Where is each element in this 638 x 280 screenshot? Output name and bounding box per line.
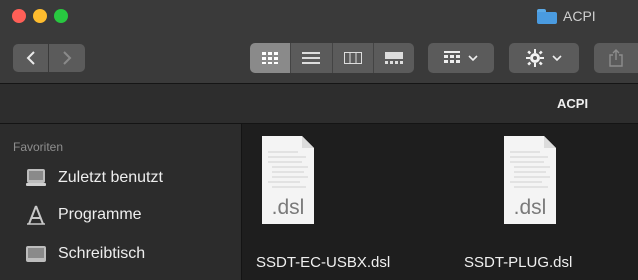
file-extension-label: .dsl	[271, 196, 305, 219]
chevron-down-icon	[552, 55, 562, 62]
window-title: ACPI	[537, 8, 596, 24]
action-button[interactable]	[509, 43, 579, 73]
applications-icon	[24, 205, 48, 225]
column-view-button[interactable]	[332, 43, 374, 73]
column-view-icon	[343, 52, 362, 64]
file-name: SSDT-PLUG.dsl	[464, 254, 573, 271]
icon-view-button[interactable]	[250, 43, 292, 73]
file-item[interactable]: .dsl SSDT-EC-USBX.dsl	[256, 134, 390, 271]
gallery-view-button[interactable]	[373, 43, 414, 73]
desktop-icon	[24, 244, 48, 264]
chevron-right-icon	[63, 51, 72, 65]
window-title-label: ACPI	[563, 8, 596, 24]
group-grid-icon	[444, 51, 460, 63]
share-icon	[609, 49, 623, 67]
view-mode-control	[250, 43, 414, 73]
sidebar-item-applications[interactable]: Programme	[24, 205, 142, 225]
forward-button[interactable]	[49, 44, 85, 72]
sidebar-heading: Favoriten	[13, 140, 64, 154]
toolbar: ACPI	[0, 0, 638, 84]
chevron-down-icon	[468, 55, 478, 62]
path-label: ACPI	[557, 96, 589, 111]
maximize-button[interactable]	[54, 9, 68, 23]
file-extension-label: .dsl	[513, 196, 547, 219]
minimize-button[interactable]	[33, 9, 47, 23]
group-button[interactable]	[428, 43, 494, 73]
sidebar-item-label: Schreibtisch	[58, 245, 146, 262]
recents-icon	[24, 168, 48, 188]
icon-view-icon	[262, 52, 279, 64]
navigation-buttons	[13, 44, 85, 72]
sidebar-item-desktop[interactable]: Schreibtisch	[24, 244, 145, 264]
close-button[interactable]	[12, 9, 26, 23]
file-name: SSDT-EC-USBX.dsl	[256, 254, 391, 271]
sidebar-item-recents[interactable]: Zuletzt benutzt	[24, 168, 163, 188]
share-button[interactable]	[594, 43, 638, 73]
file-item[interactable]: .dsl SSDT-PLUG.dsl	[464, 134, 572, 271]
list-view-button[interactable]	[291, 43, 333, 73]
list-view-icon	[302, 52, 321, 64]
back-button[interactable]	[13, 44, 49, 72]
chevron-left-icon	[26, 51, 35, 65]
finder-window: ACPI ACPI Favoriten Zuletzt benutzt Prog…	[0, 0, 638, 280]
path-bar	[0, 84, 638, 124]
sidebar-item-label: Zuletzt benutzt	[58, 169, 163, 186]
gallery-view-icon	[384, 52, 403, 64]
gear-icon	[526, 49, 544, 67]
sidebar-item-label: Programme	[58, 206, 142, 223]
folder-icon	[537, 8, 557, 24]
